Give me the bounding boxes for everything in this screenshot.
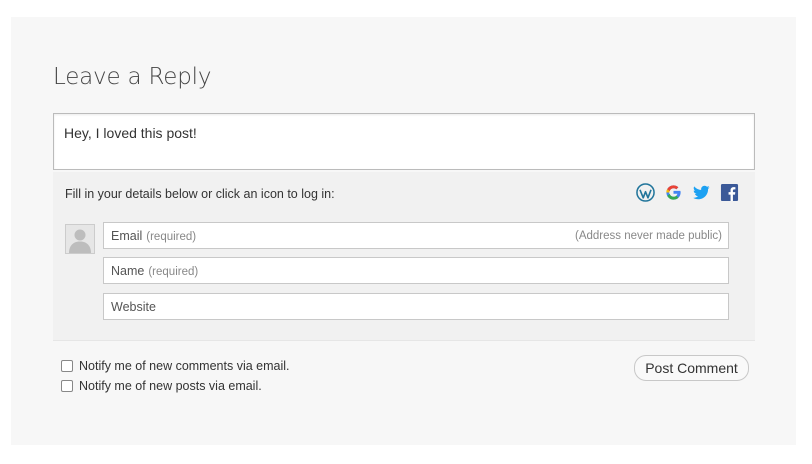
avatar — [65, 224, 95, 254]
reply-title: Leave a Reply — [53, 64, 212, 90]
social-login-icons — [636, 183, 739, 202]
notify-comments-checkbox[interactable] — [61, 360, 73, 372]
twitter-icon[interactable] — [692, 183, 711, 202]
notify-posts-label: Notify me of new posts via email. — [79, 379, 262, 393]
section-divider — [53, 340, 755, 341]
name-label: Name (required) — [111, 264, 199, 278]
notify-comments-label: Notify me of new comments via email. — [79, 359, 290, 373]
notify-posts-option: Notify me of new posts via email. — [61, 379, 262, 393]
google-icon[interactable] — [664, 183, 683, 202]
notify-posts-checkbox[interactable] — [61, 380, 73, 392]
comment-form-panel: Leave a Reply Hey, I loved this post! Fi… — [11, 17, 796, 445]
website-field[interactable]: Website — [103, 293, 729, 320]
notify-comments-option: Notify me of new comments via email. — [61, 359, 290, 373]
name-field[interactable]: Name (required) — [103, 257, 729, 284]
email-field[interactable]: Email (required) (Address never made publ… — [103, 222, 729, 249]
wordpress-icon[interactable] — [636, 183, 655, 202]
facebook-icon[interactable] — [720, 183, 739, 202]
details-prompt: Fill in your details below or click an i… — [65, 187, 335, 201]
comment-text: Hey, I loved this post! — [64, 125, 197, 141]
email-required-label: (required) — [146, 231, 197, 243]
website-label: Website — [111, 300, 156, 314]
comment-details-section: Fill in your details below or click an i… — [53, 172, 755, 340]
email-privacy-note: (Address never made public) — [574, 230, 722, 242]
email-label: Email (required) — [111, 229, 197, 243]
comment-textarea[interactable]: Hey, I loved this post! — [53, 113, 755, 170]
name-required-label: (required) — [148, 266, 199, 278]
default-avatar-icon — [66, 225, 94, 253]
post-comment-button[interactable]: Post Comment — [634, 355, 749, 381]
